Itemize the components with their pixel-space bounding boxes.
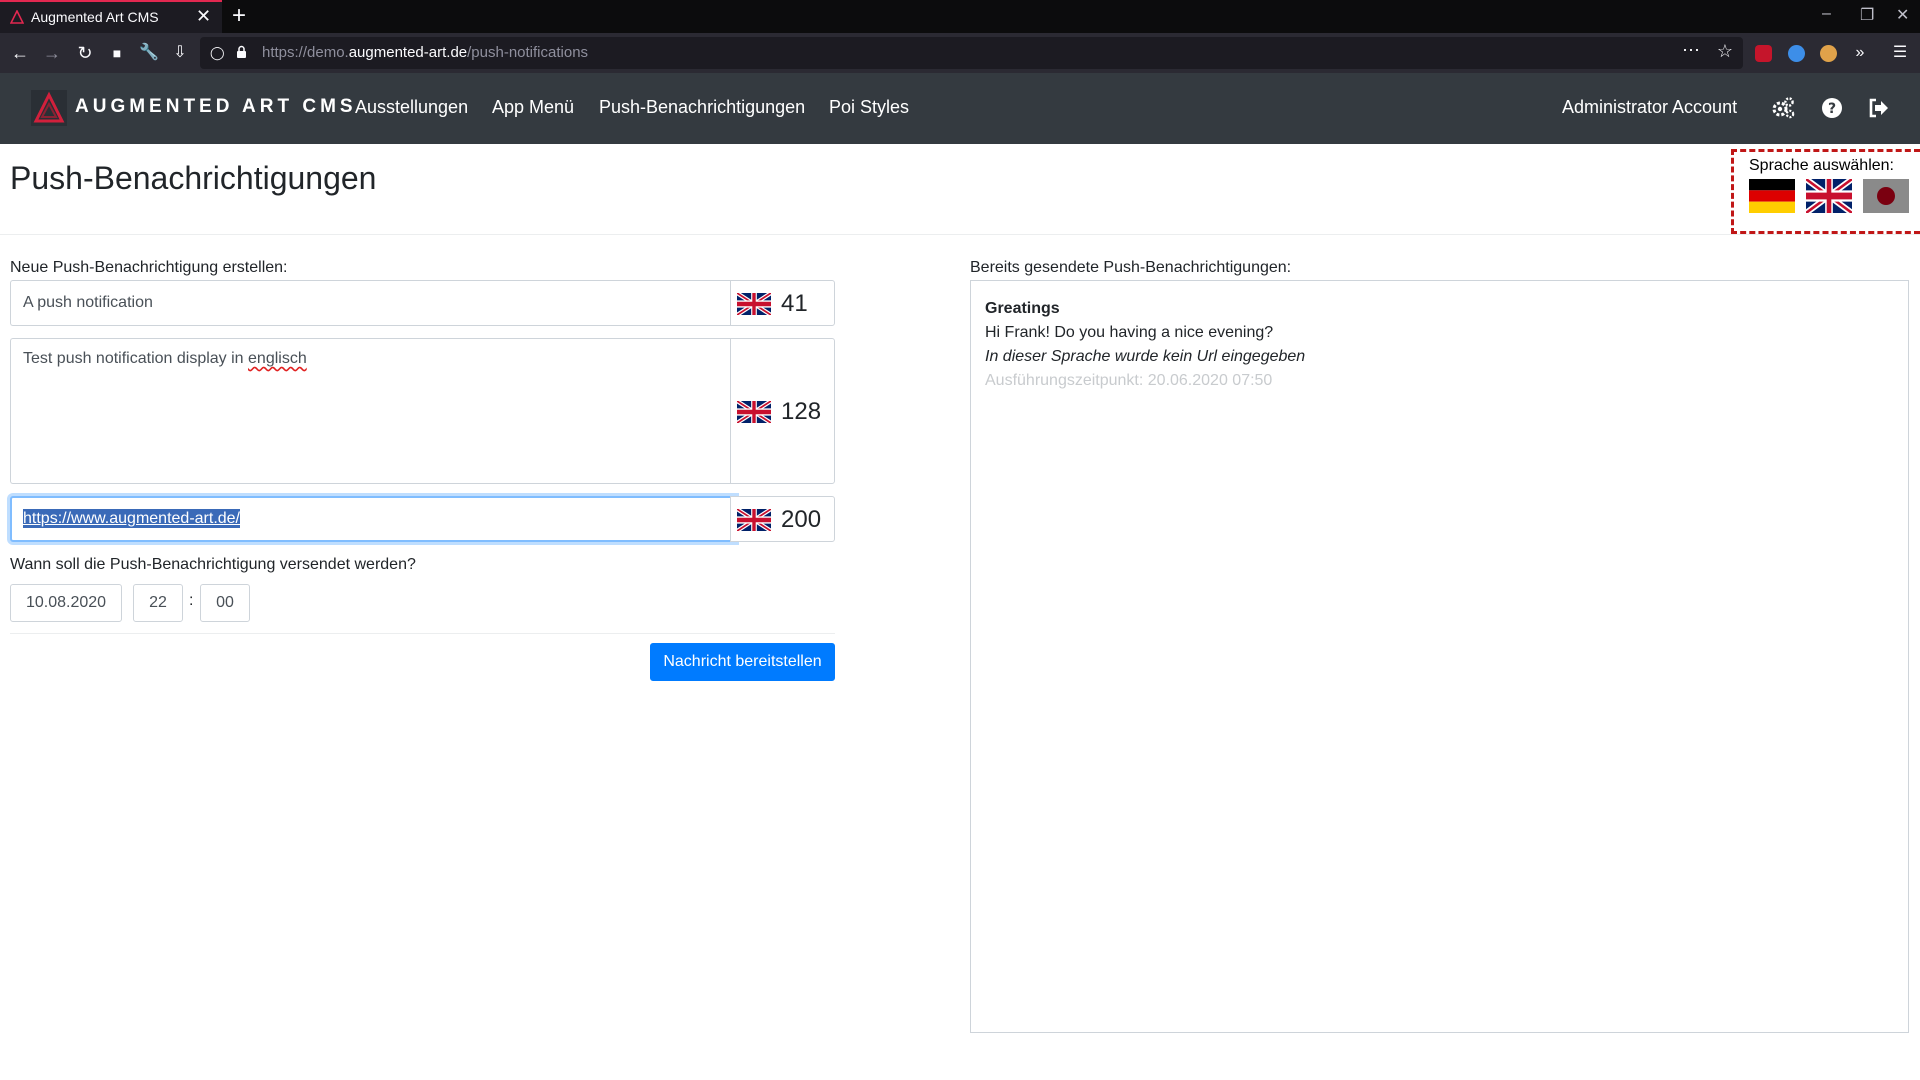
sent-item-no-url-note: In dieser Sprache wurde kein Url eingege…	[985, 348, 1306, 365]
help-icon[interactable]: ?	[1819, 95, 1845, 121]
body-text: Test push notification display in	[23, 350, 249, 367]
url-char-counter: 200	[730, 496, 835, 542]
language-label: Sprache auswählen:	[1749, 157, 1894, 174]
url-prefix: https://demo.	[262, 44, 349, 61]
minimize-icon[interactable]: –	[1822, 5, 1831, 23]
brand-name[interactable]: AUGMENTED ART CMS	[75, 96, 357, 118]
title-divider	[0, 234, 1920, 235]
bookmark-star-icon[interactable]: ☆	[1717, 41, 1733, 62]
pocket-icon[interactable]: ⇩	[168, 41, 192, 65]
body-char-counter: 128	[730, 338, 835, 484]
shield-icon[interactable]: ◯	[210, 45, 225, 61]
flag-english-icon[interactable]	[1806, 179, 1852, 213]
sent-item-title: Greatings	[985, 300, 1060, 317]
settings-gears-icon[interactable]	[1770, 95, 1796, 121]
ublock-extension-icon[interactable]	[1755, 45, 1772, 62]
svg-text:?: ?	[1828, 101, 1836, 117]
account-menu[interactable]: Administrator Account	[1562, 97, 1737, 118]
app-header: AUGMENTED ART CMS Ausstellungen App Menü…	[0, 73, 1920, 144]
notification-body-textarea[interactable]: Test push notification display in englis…	[10, 338, 736, 484]
nav-poi-styles[interactable]: Poi Styles	[829, 97, 909, 118]
notification-title-input[interactable]: A push notification	[10, 280, 736, 326]
title-char-count: 41	[781, 290, 808, 317]
sent-notifications-list[interactable]	[970, 280, 1909, 1033]
extension-icon[interactable]	[1788, 45, 1805, 62]
page-actions-icon[interactable]: ⋯	[1682, 40, 1701, 61]
nav-ausstellungen[interactable]: Ausstellungen	[355, 97, 468, 118]
tab-title: Augmented Art CMS	[31, 9, 159, 25]
notification-body-value: Test push notification display in englis…	[23, 350, 307, 368]
sent-item-body: Hi Frank! Do you having a nice evening?	[985, 324, 1274, 341]
browser-tab-bar: Augmented Art CMS ✕ + – ❐ ✕	[0, 0, 1920, 33]
new-tab-icon[interactable]: +	[232, 2, 246, 30]
sent-notifications-label: Bereits gesendete Push-Benachrichtigunge…	[970, 259, 1292, 276]
date-input[interactable]: 10.08.2020	[10, 584, 122, 622]
hamburger-menu-icon[interactable]: ☰	[1888, 41, 1912, 65]
notification-title-value: A push notification	[23, 294, 153, 311]
schedule-label: Wann soll die Push-Benachrichtigung vers…	[10, 556, 416, 573]
back-icon[interactable]: ←	[8, 41, 32, 65]
url-bar[interactable]: ◯ https://demo.augmented-art.de/push-not…	[200, 37, 1743, 69]
sent-item-timestamp: Ausführungszeitpunkt: 20.06.2020 07:50	[985, 372, 1273, 389]
reload-icon[interactable]: ↻	[73, 41, 97, 65]
title-char-counter: 41	[730, 280, 835, 326]
url-text[interactable]: https://demo.augmented-art.de/push-notif…	[262, 44, 588, 61]
submit-notification-button[interactable]: Nachricht bereitstellen	[650, 643, 835, 681]
browser-toolbar: ← → ↻ ■ 🔧 ⇩ ◯ https://demo.augmented-art…	[0, 33, 1920, 73]
flag-japanese-icon[interactable]	[1863, 179, 1909, 213]
extension-icon[interactable]	[1820, 45, 1837, 62]
brand-logo-icon[interactable]	[31, 90, 67, 126]
logout-icon[interactable]	[1866, 95, 1892, 121]
selected-url-text: https://www.augmented-art.de/	[23, 509, 240, 528]
nav-push-notifications[interactable]: Push-Benachrichtigungen	[599, 97, 805, 118]
new-notification-label: Neue Push-Benachrichtigung erstellen:	[10, 259, 288, 276]
url-host: augmented-art.de	[348, 44, 468, 61]
notification-url-input[interactable]: https://www.augmented-art.de/	[10, 496, 736, 542]
forward-icon[interactable]: →	[40, 41, 64, 65]
body-misspelled-word: englisch	[248, 350, 307, 367]
flag-german-icon[interactable]	[1749, 179, 1795, 213]
time-separator: :	[189, 592, 194, 609]
tab-close-icon[interactable]: ✕	[196, 6, 211, 27]
url-char-count: 200	[781, 506, 822, 533]
lock-icon[interactable]	[236, 45, 247, 59]
flag-english-icon	[737, 293, 771, 315]
page-title: Push-Benachrichtigungen	[10, 160, 377, 196]
tab-favicon-icon	[10, 10, 24, 24]
flag-english-icon	[737, 509, 771, 531]
minute-input[interactable]: 00	[200, 584, 250, 622]
window-close-icon[interactable]: ✕	[1896, 5, 1909, 25]
hour-input[interactable]: 22	[133, 584, 183, 622]
url-path: /push-notifications	[467, 44, 589, 61]
overflow-chevron-icon[interactable]: »	[1848, 41, 1872, 65]
wrench-icon[interactable]: 🔧	[137, 41, 161, 65]
browser-tab[interactable]: Augmented Art CMS ✕	[0, 0, 222, 33]
home-icon[interactable]: ■	[105, 41, 129, 65]
flag-english-icon	[737, 401, 771, 423]
notification-url-value: https://www.augmented-art.de/	[23, 509, 240, 528]
restore-icon[interactable]: ❐	[1860, 5, 1874, 25]
form-divider	[10, 633, 835, 634]
body-char-count: 128	[781, 398, 822, 425]
nav-app-menu[interactable]: App Menü	[492, 97, 574, 118]
